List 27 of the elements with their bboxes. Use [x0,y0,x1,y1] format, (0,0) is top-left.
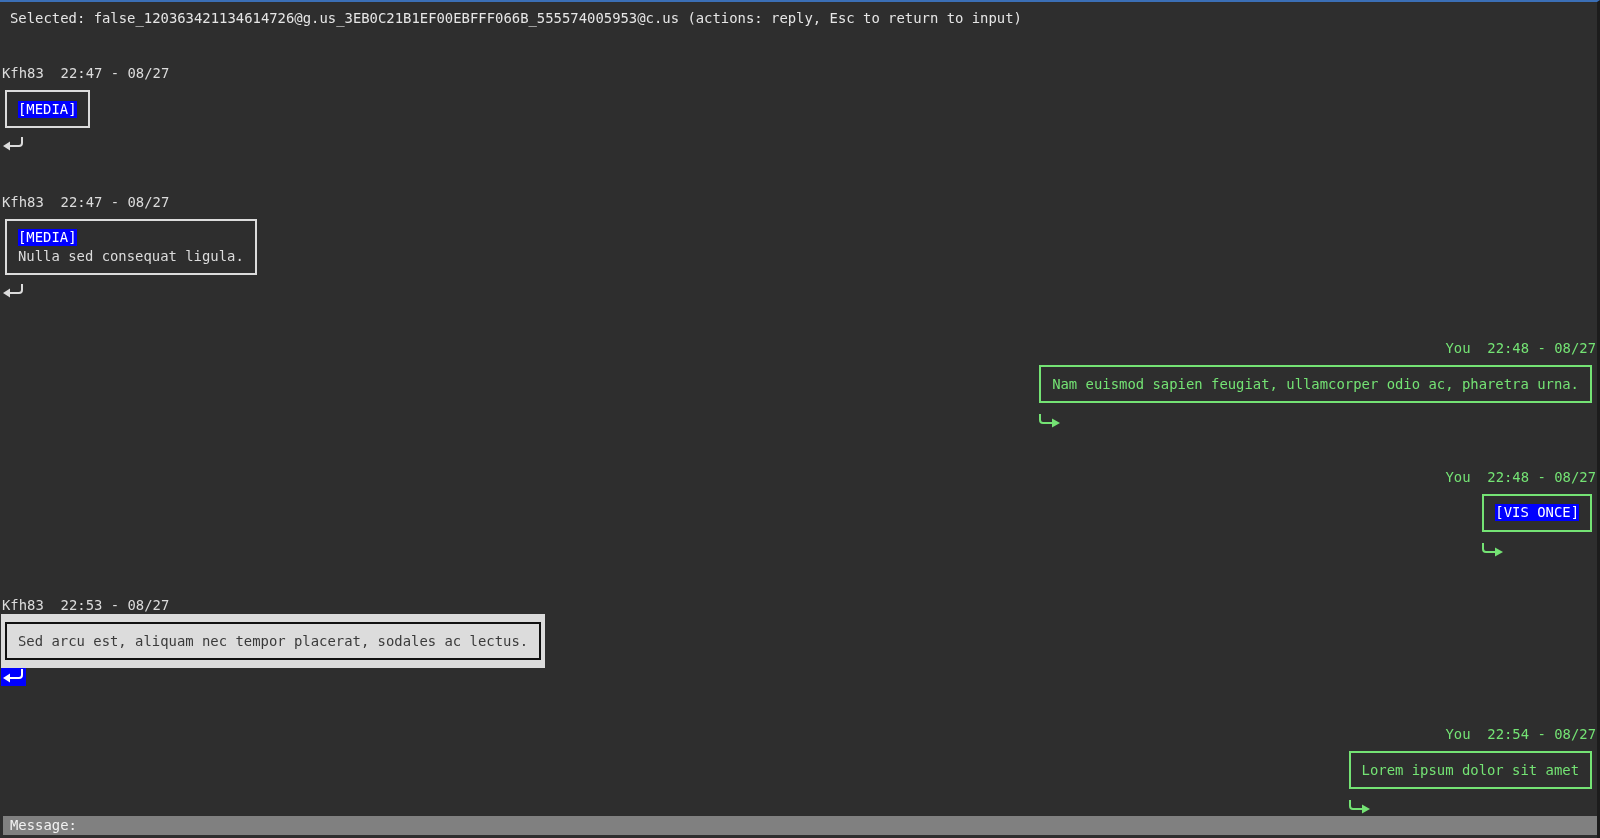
sender-name: You [1445,339,1471,357]
message-time: 22:48 - 08/27 [1487,467,1596,486]
sender-name: Kfh83 [2,192,44,211]
message-text: Nulla sed consequat ligula. [18,246,244,265]
message-text: Lorem ipsum dolor sit amet [1361,760,1579,779]
message-text: Sed arcu est, aliquam nec tempor placerat, sodales ac lectus. [18,632,529,650]
sender-name: You [1445,467,1471,486]
status-line: Selected: false_120363421134614726@g.us_3EB0C21B1EF00EBFFF066B_555574005953@c.us (actions: reply, Esc to return to input) [10,9,1023,27]
message-time: 22:54 - 08/27 [1487,724,1596,743]
message-input-field[interactable]: Message: [3,816,1597,835]
message-time: 22:48 - 08/27 [1487,339,1596,357]
message-time: 22:47 - 08/27 [60,64,170,82]
message-bubble[interactable]: Nam euismod sapien feugiat, ullamcorper odio ac, pharetra urna. [1039,365,1592,403]
message-bubble[interactable]: [MEDIA] Nulla sed consequat ligula. [5,218,257,275]
message-tag: [VIS ONCE] [1495,504,1579,521]
message-tag: [MEDIA] [18,100,77,118]
sender-name: Kfh83 [2,64,44,82]
message-text: Nam euismod sapien feugiat, ullamcorper odio ac, pharetra urna. [1052,375,1579,393]
message-bubble[interactable]: [VIS ONCE] [1482,493,1592,532]
sender-name: Kfh83 [2,596,44,614]
sender-name: You [1445,724,1471,743]
message-bubble[interactable]: Lorem ipsum dolor sit amet [1348,750,1592,789]
message-tag: [MEDIA] [18,229,77,246]
message-bubble[interactable]: [MEDIA] [5,90,90,128]
message-bubble[interactable]: Sed arcu est, aliquam nec tempor placerat, sodales ac lectus. [5,622,542,660]
message-time: 22:53 - 08/27 [60,596,170,614]
message-time: 22:47 - 08/27 [60,192,170,211]
